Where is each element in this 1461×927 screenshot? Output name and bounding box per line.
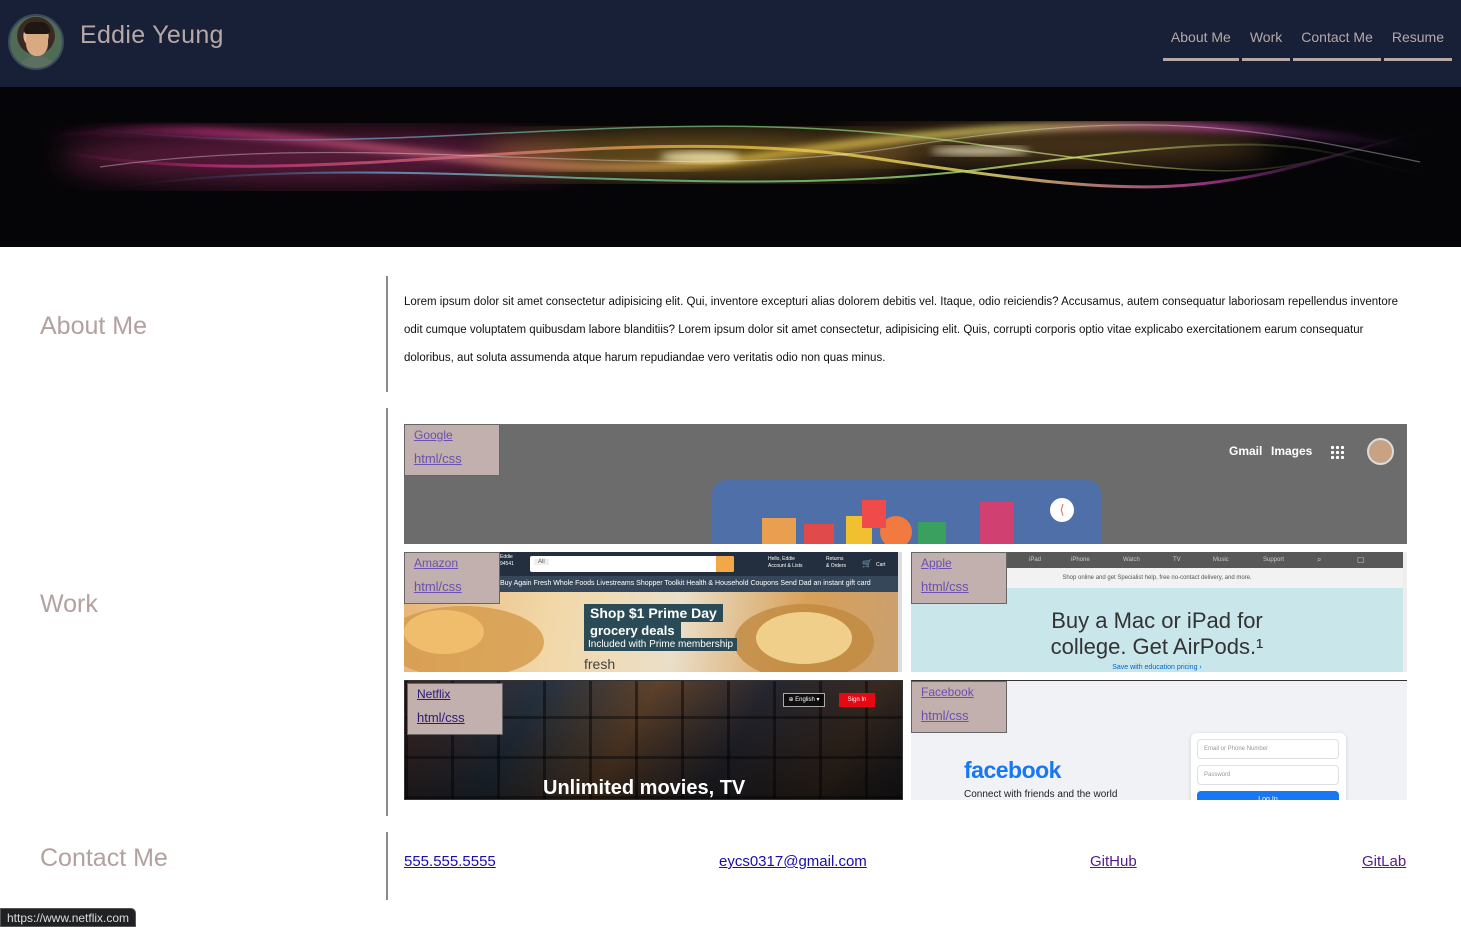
amazon-fresh: fresh	[584, 656, 616, 672]
facebook-login-card: Email or Phone Number Password Log In	[1191, 733, 1346, 800]
google-avatar	[1367, 438, 1394, 465]
hero-banner	[0, 87, 1461, 247]
google-images-link: Images	[1271, 444, 1313, 458]
site-name[interactable]: Eddie Yeung	[80, 21, 224, 50]
apple-headline-2: college. Get AirPods.¹	[1050, 634, 1264, 659]
apple-cta: Save with education pricing ›	[1112, 664, 1202, 671]
share-icon: ⟨	[1050, 498, 1074, 522]
contact-section-title: Contact Me	[40, 844, 168, 872]
about-text: Lorem ipsum dolor sit amet consectetur a…	[404, 296, 1398, 364]
nav-resume[interactable]: Resume	[1383, 28, 1452, 61]
project-card-netflix[interactable]: ⊕ English ▾ Sign In Unlimited movies, TV…	[404, 680, 903, 800]
apple-headline-1: Buy a Mac or iPad for	[1051, 608, 1263, 633]
amazon-promo-2: grocery deals	[584, 622, 681, 639]
contact-phone-link[interactable]: 555.555.5555	[404, 853, 496, 870]
facebook-tagline: Connect with friends and the world	[964, 789, 1118, 800]
main-nav: About Me Work Contact Me Resume	[1162, 28, 1452, 61]
netflix-language-select: ⊕ English ▾	[783, 693, 825, 707]
google-doodle-card	[712, 480, 1101, 544]
facebook-email-field: Email or Phone Number	[1197, 739, 1339, 759]
project-tag-amazon: Amazon html/css	[404, 552, 500, 604]
work-divider	[386, 408, 388, 816]
cart-icon: 🛒	[862, 559, 872, 568]
contact-gitlab-link[interactable]: GitLab	[1362, 853, 1406, 870]
contact-github-link[interactable]: GitHub	[1090, 853, 1137, 870]
amazon-promo-1: Shop $1 Prime Day	[584, 604, 723, 622]
browser-status-url: https://www.netflix.com	[0, 908, 137, 927]
work-section-title: Work	[40, 590, 98, 618]
apps-grid-icon	[1330, 445, 1344, 459]
bag-icon: ▢	[1357, 555, 1365, 564]
facebook-logo: facebook	[964, 757, 1061, 783]
amazon-search: All	[530, 556, 734, 572]
project-tag-google: Google html/css	[404, 424, 500, 476]
search-icon	[716, 556, 734, 572]
amazon-account: Hello, Eddie Account & Lists	[768, 556, 803, 569]
contact-email-link[interactable]: eycs0317@gmail.com	[719, 853, 867, 870]
project-tech-apple[interactable]: html/css	[921, 579, 997, 594]
project-tag-apple: Apple html/css	[911, 552, 1007, 604]
nav-about-me[interactable]: About Me	[1162, 28, 1239, 61]
project-card-google[interactable]: Gmail Images ⟨ Google html/css	[404, 424, 1407, 544]
project-link-google[interactable]: Google	[414, 428, 490, 442]
about-section-title: About Me	[40, 312, 148, 340]
project-tag-netflix: Netflix html/css	[407, 683, 503, 735]
netflix-signin: Sign In	[839, 693, 875, 707]
amazon-orders: Returns & Orders	[826, 556, 847, 569]
profile-avatar	[8, 14, 64, 70]
netflix-headline: Unlimited movies, TV	[543, 777, 746, 799]
amazon-promo-3: Included with Prime membership	[584, 638, 738, 651]
site-header: Eddie Yeung About Me Work Contact Me Res…	[0, 0, 1461, 87]
google-gmail-link: Gmail	[1229, 444, 1263, 458]
about-divider	[386, 276, 388, 392]
contact-divider	[386, 832, 388, 900]
project-card-facebook[interactable]: facebook Connect with friends and the wo…	[911, 680, 1407, 800]
facebook-login-button: Log In	[1197, 791, 1339, 800]
facebook-password-field: Password	[1197, 765, 1339, 785]
project-tech-facebook[interactable]: html/css	[921, 708, 997, 723]
project-link-facebook[interactable]: Facebook	[921, 685, 997, 699]
project-link-apple[interactable]: Apple	[921, 556, 997, 570]
project-tech-netflix[interactable]: html/css	[417, 710, 493, 725]
nav-contact-me[interactable]: Contact Me	[1293, 28, 1381, 61]
project-link-netflix[interactable]: Netflix	[417, 687, 493, 701]
project-card-apple[interactable]: iPad iPhone Watch TV Music Support ⌕ ▢ S…	[911, 552, 1407, 672]
search-icon: ⌕	[1317, 555, 1322, 564]
project-tech-amazon[interactable]: html/css	[414, 579, 490, 594]
project-link-amazon[interactable]: Amazon	[414, 556, 490, 570]
project-tech-google[interactable]: html/css	[414, 451, 490, 466]
project-tag-facebook: Facebook html/css	[911, 681, 1007, 733]
project-card-amazon[interactable]: Eddie 94541 All Hello, Eddie Account & L…	[404, 552, 902, 672]
nav-work[interactable]: Work	[1241, 28, 1291, 61]
